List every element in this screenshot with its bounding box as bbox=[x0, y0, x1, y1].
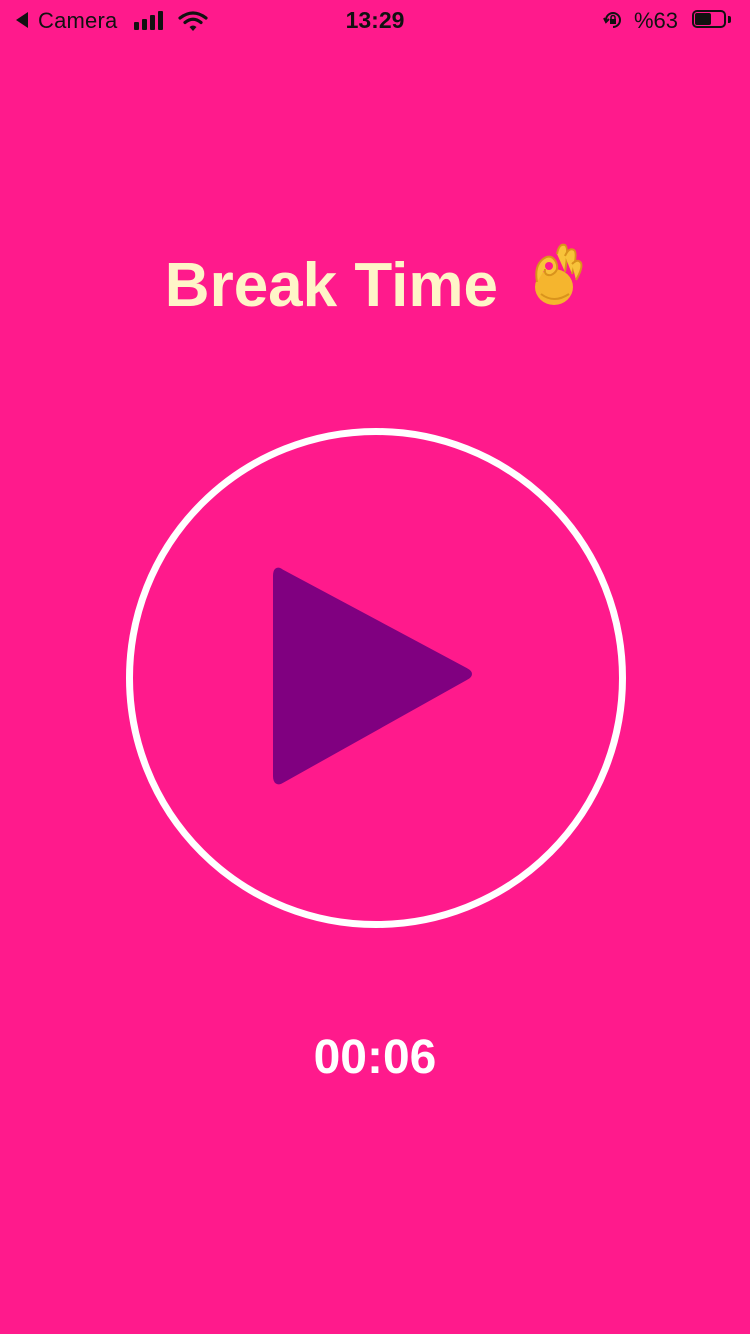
battery-icon bbox=[692, 10, 732, 30]
battery-percent: %63 bbox=[634, 8, 679, 33]
title-text: Break Time bbox=[164, 251, 498, 320]
screen-title: Break Time bbox=[0, 243, 750, 323]
countdown-timer: 00:06 bbox=[313, 1031, 437, 1084]
rotation-lock-icon bbox=[602, 9, 624, 31]
play-control bbox=[126, 428, 626, 928]
play-icon bbox=[273, 567, 472, 785]
ok-hand-icon bbox=[529, 242, 585, 323]
status-bar: Camera 13:29 %63 bbox=[0, 0, 750, 40]
